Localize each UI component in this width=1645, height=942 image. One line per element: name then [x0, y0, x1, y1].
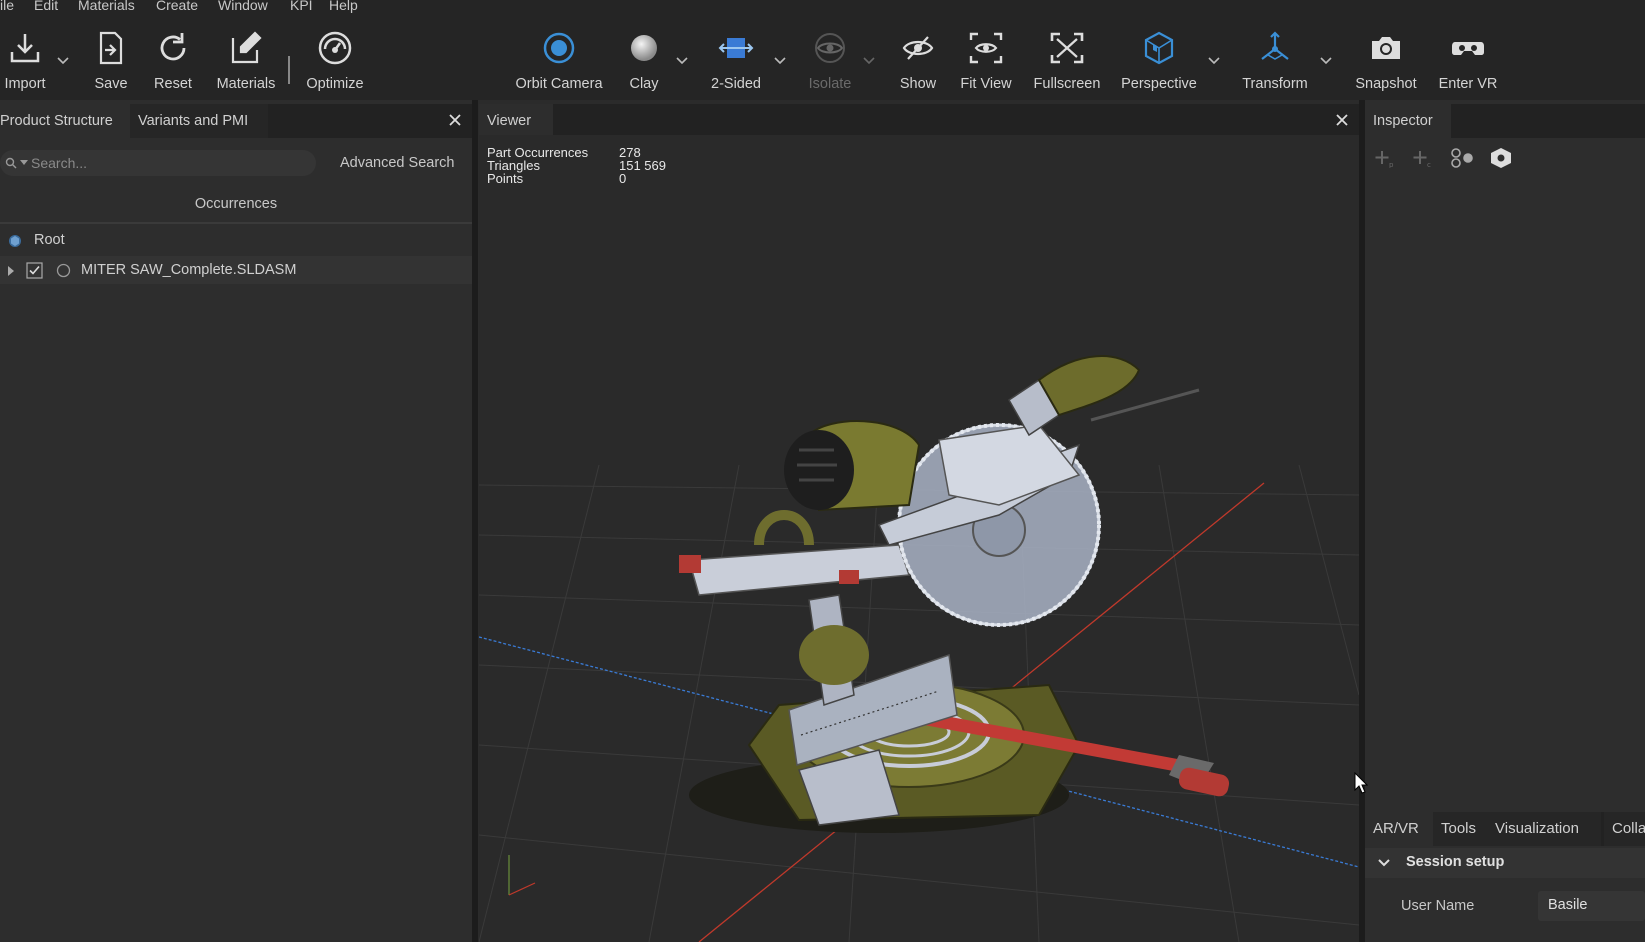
tab-collaboration[interactable]: Colla	[1604, 812, 1645, 846]
search-options-chevron-icon[interactable]	[20, 160, 28, 166]
save-button[interactable]: Save	[86, 14, 136, 100]
orbit-camera-button[interactable]: Orbit Camera	[512, 14, 606, 100]
stat-value: 0	[619, 171, 627, 186]
user-name-label: User Name	[1401, 898, 1475, 914]
snapshot-button[interactable]: Snapshot	[1354, 14, 1418, 100]
two-sided-button[interactable]: 2-Sided	[706, 14, 766, 100]
main-toolbar: Import Save Reset Materials Optimize Orb…	[0, 14, 1645, 100]
close-viewer-icon[interactable]	[1333, 111, 1351, 129]
gauge-icon	[318, 31, 352, 65]
add-component-icon[interactable]: c	[1411, 148, 1433, 168]
import-icon	[10, 34, 40, 63]
clay-dropdown-chevron-icon[interactable]	[675, 54, 689, 68]
perspective-button[interactable]: Perspective	[1120, 14, 1198, 100]
stat-value: 151 569	[619, 158, 666, 173]
tab-variants-and-pmi[interactable]: Variants and PMI	[130, 104, 268, 138]
menu-kpi[interactable]: KPI	[290, 0, 313, 13]
camera-icon	[1372, 37, 1400, 59]
import-button[interactable]: Import	[0, 14, 50, 100]
tab-product-structure[interactable]: Product Structure	[0, 104, 136, 138]
tree-row-root[interactable]: Root	[0, 226, 472, 254]
isolate-button[interactable]: Isolate	[805, 14, 855, 100]
sphere-icon	[631, 35, 657, 61]
orbit-camera-icon	[543, 32, 575, 64]
show-button[interactable]: Show	[893, 14, 943, 100]
collapse-chevron-icon[interactable]	[1377, 857, 1391, 869]
miter-saw-model	[679, 355, 1230, 833]
3d-scene	[479, 355, 1359, 942]
tab-visualization[interactable]: Visualization	[1487, 812, 1601, 846]
menu-help[interactable]: Help	[329, 0, 358, 13]
left-splitter[interactable]	[472, 100, 478, 942]
visibility-checkbox[interactable]	[26, 262, 43, 279]
save-icon	[99, 31, 123, 65]
metadata-icon[interactable]	[1449, 147, 1475, 169]
fullscreen-icon	[1050, 32, 1084, 64]
svg-text:p: p	[1389, 161, 1394, 168]
materials-button[interactable]: Materials	[212, 14, 280, 100]
expand-arrow-icon[interactable]	[7, 266, 15, 276]
toolbar-separator	[288, 56, 290, 84]
perspective-dropdown-chevron-icon[interactable]	[1207, 54, 1221, 68]
clay-button[interactable]: Clay	[624, 14, 664, 100]
menu-window[interactable]: Window	[218, 0, 268, 13]
search-input[interactable]: Search...	[0, 150, 316, 176]
svg-text:c: c	[1427, 161, 1431, 168]
edit-pencil-icon	[231, 31, 262, 64]
reset-button[interactable]: Reset	[148, 14, 198, 100]
mouse-cursor-icon	[1354, 772, 1368, 794]
two-sided-icon	[718, 38, 754, 58]
inspector-tabbar: Inspector	[1365, 104, 1645, 138]
tab-ar-vr[interactable]: AR/VR	[1365, 812, 1433, 846]
optimize-button[interactable]: Optimize	[300, 14, 370, 100]
occurrences-header: Occurrences	[194, 196, 278, 212]
transform-gizmo-icon	[1261, 31, 1289, 60]
import-dropdown-chevron-icon[interactable]	[56, 54, 70, 68]
session-setup-header[interactable]: Session setup	[1365, 848, 1645, 878]
hexagon-settings-icon[interactable]	[1489, 147, 1513, 169]
tab-viewer[interactable]: Viewer	[479, 104, 553, 138]
tree-row-assembly[interactable]: MITER SAW_Complete.SLDASM	[0, 256, 472, 284]
user-name-field[interactable]: Basile	[1538, 891, 1645, 921]
root-node-icon	[9, 235, 21, 247]
reset-icon	[160, 33, 186, 61]
tab-inspector[interactable]: Inspector	[1365, 104, 1451, 138]
3d-viewport[interactable]: Part Occurrences 278 Triangles 151 569 P…	[479, 135, 1359, 942]
eye-hidden-icon	[902, 36, 934, 60]
menu-file[interactable]: ile	[0, 0, 14, 13]
transform-dropdown-chevron-icon[interactable]	[1319, 54, 1333, 68]
menu-create[interactable]: Create	[156, 0, 198, 13]
advanced-search-link[interactable]: Advanced Search	[340, 155, 454, 171]
search-icon	[5, 157, 17, 169]
vr-headset-icon	[1452, 42, 1484, 55]
perspective-cube-icon	[1144, 31, 1174, 65]
transform-button[interactable]: Transform	[1240, 14, 1310, 100]
enter-vr-button[interactable]: Enter VR	[1436, 14, 1500, 100]
assembly-icon	[56, 263, 71, 278]
viewer-tabbar: Viewer	[479, 104, 1359, 138]
divider	[0, 222, 472, 224]
eye-icon	[815, 33, 845, 63]
menu-materials[interactable]: Materials	[78, 0, 135, 13]
inspector-bottom-tabbar: AR/VR Tools Visualization Colla	[1365, 812, 1645, 846]
left-panel-tabbar: Product Structure Variants and PMI	[0, 104, 472, 138]
fullscreen-button[interactable]: Fullscreen	[1030, 14, 1104, 100]
two-sided-dropdown-chevron-icon[interactable]	[773, 54, 787, 68]
stat-key: Points	[487, 171, 524, 186]
isolate-dropdown-chevron-icon[interactable]	[862, 54, 876, 68]
fit-view-button[interactable]: Fit View	[958, 14, 1014, 100]
menu-bar: ile Edit Materials Create Window KPI Hel…	[0, 0, 1645, 14]
menu-edit[interactable]: Edit	[34, 0, 58, 13]
close-panel-icon[interactable]	[446, 111, 464, 129]
fit-view-icon	[969, 32, 1003, 64]
tab-tools[interactable]: Tools	[1433, 812, 1491, 846]
add-property-icon[interactable]: p	[1373, 148, 1395, 168]
